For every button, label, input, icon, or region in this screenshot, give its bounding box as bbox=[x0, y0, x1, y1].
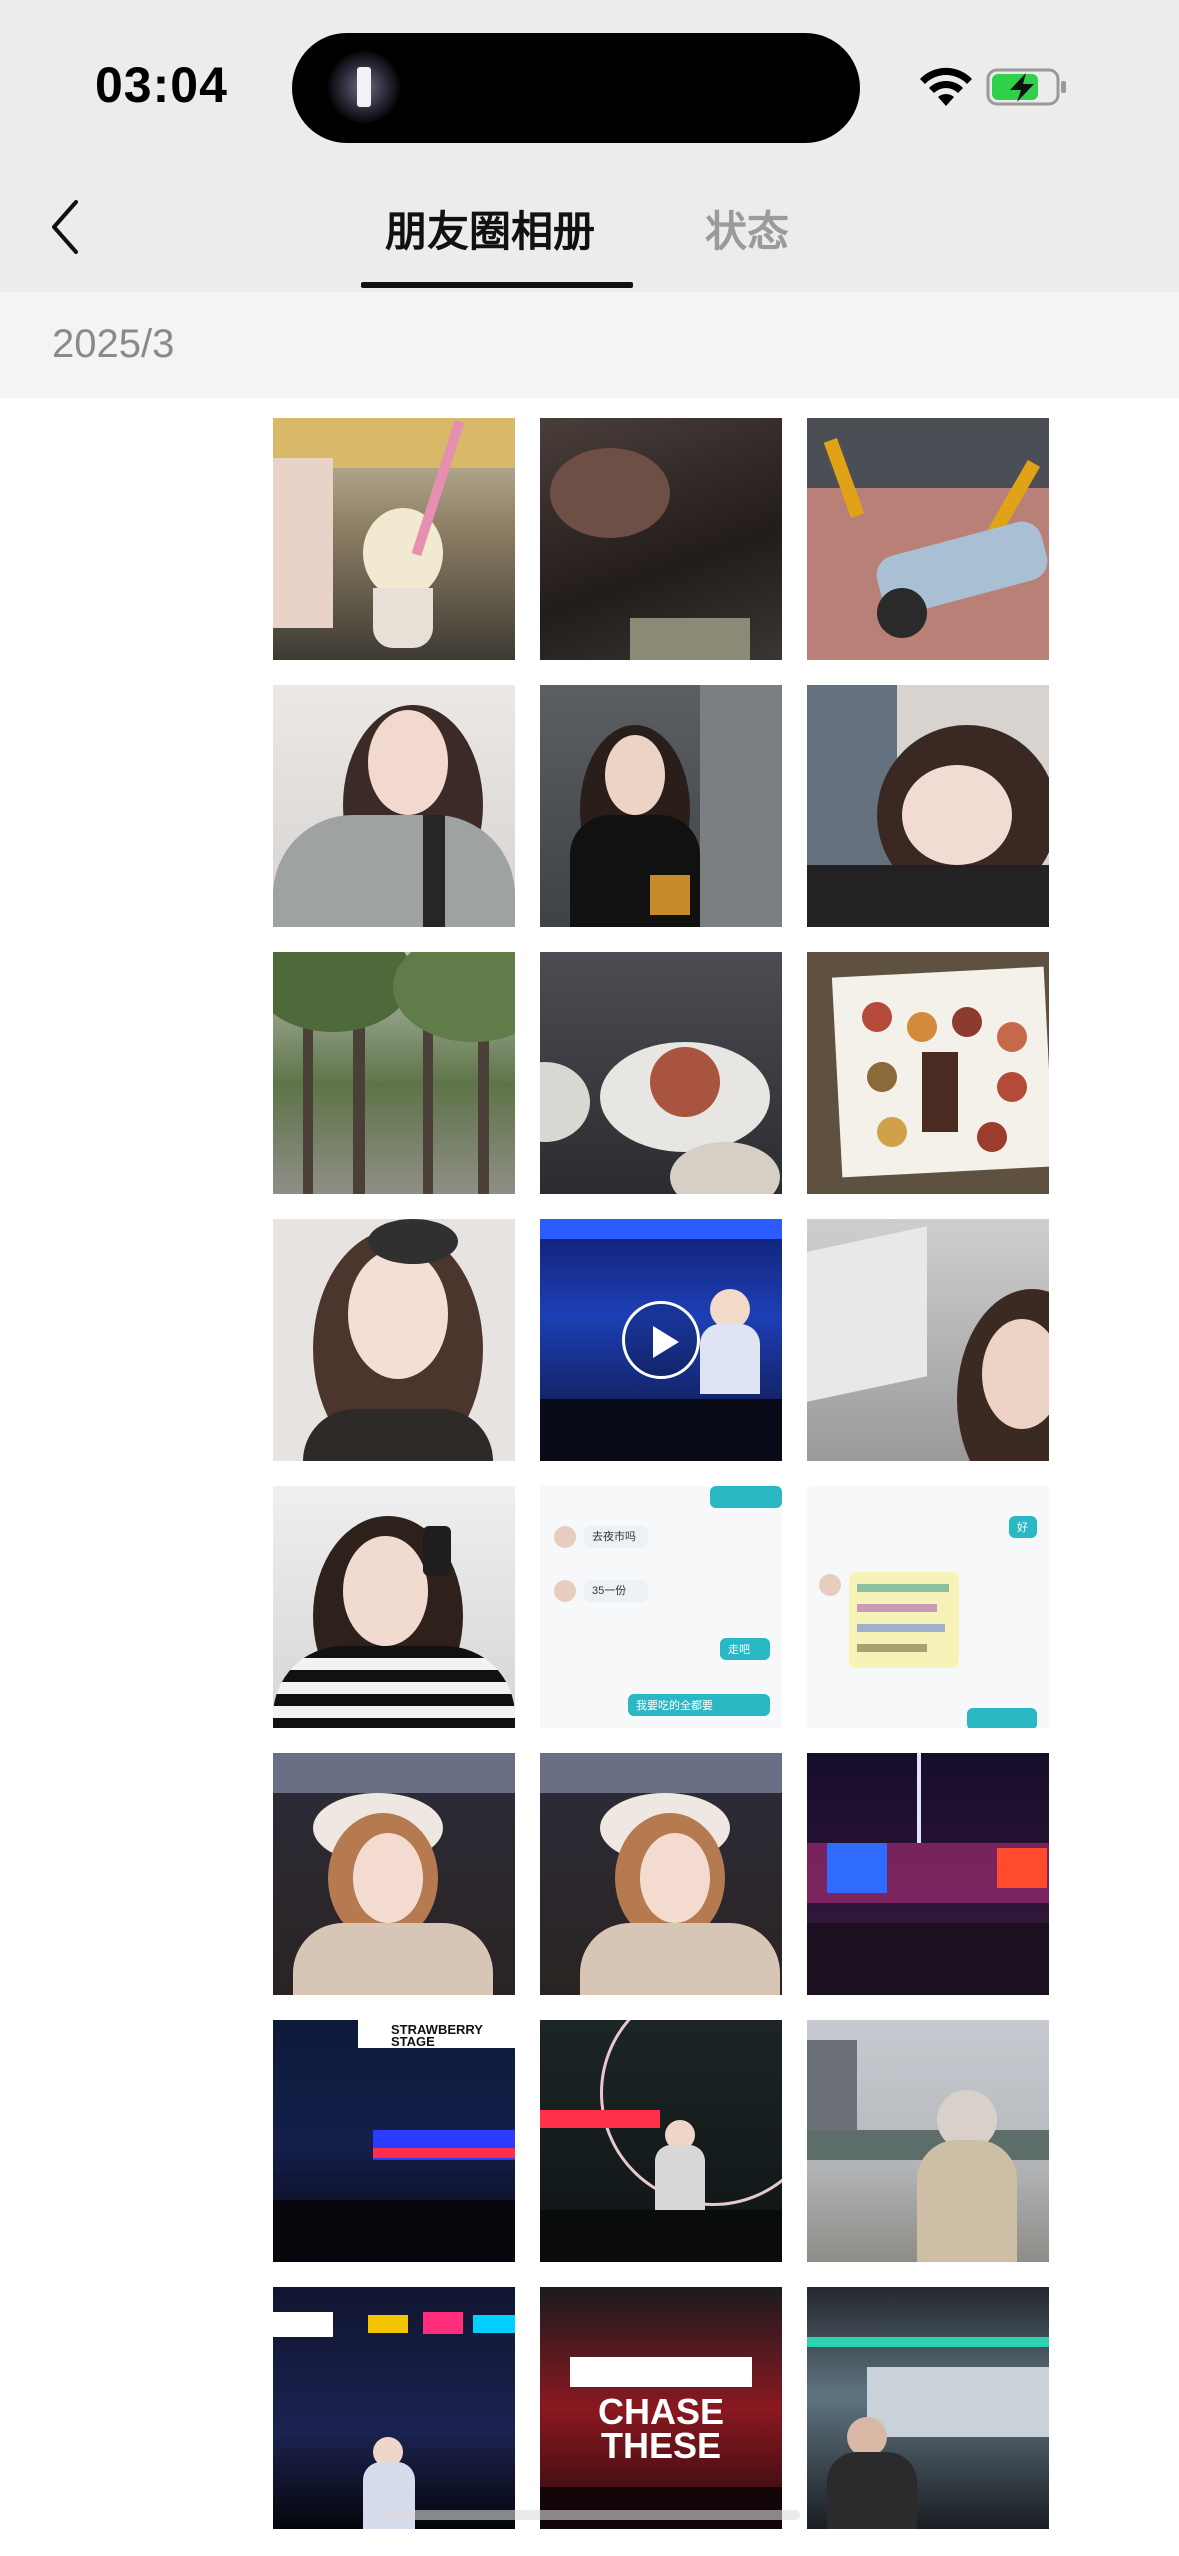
chat-reply: 走吧 bbox=[728, 1644, 750, 1656]
wifi-icon bbox=[920, 67, 972, 106]
status-bar: 03:04 bbox=[0, 0, 1179, 170]
photo-thumbnail-trees[interactable] bbox=[273, 952, 515, 1194]
top-area: 03:04 朋友圈相册 状态 bbox=[0, 0, 1179, 292]
stage-sign-text: STRAWBERRY STAGE bbox=[391, 2022, 483, 2049]
photo-thumbnail-selfie-lying[interactable] bbox=[807, 685, 1049, 927]
battery-charging-icon bbox=[986, 68, 1066, 106]
photo-grid: 去夜市吗 35一份 走吧 我要吃的全都要 好 STRAWBERRY STAGE … bbox=[273, 418, 1049, 2529]
photo-thumbnail-chase-these-stage[interactable]: CHASE THESE bbox=[540, 2287, 782, 2529]
moments-album-screen: 03:04 朋友圈相册 状态 2025/3 去夜市吗 35一份 走吧 我要吃的全… bbox=[0, 0, 1179, 2556]
photo-thumbnail-selfie-gray-sweater[interactable] bbox=[273, 685, 515, 927]
header: 朋友圈相册 状态 bbox=[0, 170, 1179, 292]
photo-thumbnail-mirror-selfie-hallway[interactable] bbox=[540, 685, 782, 927]
flashlight-icon bbox=[328, 51, 400, 123]
photo-thumbnail-stage-guitar[interactable] bbox=[540, 2020, 782, 2262]
photo-thumbnail-guitarist-stage[interactable] bbox=[807, 2287, 1049, 2529]
photo-thumbnail-concert-video[interactable] bbox=[540, 1219, 782, 1461]
stage-screen-text: CHASE THESE bbox=[597, 2391, 725, 2466]
date-section-header: 2025/3 bbox=[0, 292, 1179, 398]
photo-thumbnail-ice-cream[interactable] bbox=[273, 418, 515, 660]
photo-thumbnail-chat-screenshot-2[interactable]: 好 bbox=[807, 1486, 1049, 1728]
play-icon[interactable] bbox=[622, 1301, 700, 1379]
photo-thumbnail-portrait-sunglasses[interactable] bbox=[273, 1219, 515, 1461]
photo-thumbnail-food-plate[interactable] bbox=[540, 952, 782, 1194]
photo-thumbnail-festival-hat-2[interactable] bbox=[540, 1753, 782, 1995]
status-time: 03:04 bbox=[95, 57, 228, 113]
tab-selected-indicator bbox=[361, 282, 633, 288]
chevron-left-icon[interactable] bbox=[40, 192, 100, 262]
photo-thumbnail-side-face[interactable] bbox=[807, 1219, 1049, 1461]
photo-thumbnail-concert-lights[interactable] bbox=[273, 2287, 515, 2529]
photo-thumbnail-street-legs[interactable] bbox=[807, 418, 1049, 660]
chat-reply: 好 bbox=[1017, 1522, 1028, 1534]
dynamic-island bbox=[292, 33, 860, 143]
date-label: 2025/3 bbox=[52, 322, 175, 366]
photo-thumbnail-festival-hat-1[interactable] bbox=[273, 1753, 515, 1995]
photo-thumbnail-festival-neon[interactable] bbox=[807, 1753, 1049, 1995]
photo-thumbnail-food-poster[interactable] bbox=[807, 952, 1049, 1194]
tab-status[interactable]: 状态 bbox=[705, 198, 789, 259]
photo-thumbnail-chat-screenshot-1[interactable]: 去夜市吗 35一份 走吧 我要吃的全都要 bbox=[540, 1486, 782, 1728]
photo-thumbnail-mirror-selfie-striped[interactable] bbox=[273, 1486, 515, 1728]
tab-moments-album[interactable]: 朋友圈相册 bbox=[385, 198, 595, 259]
chat-message: 去夜市吗 bbox=[592, 1531, 636, 1543]
photo-thumbnail-festival-crowd-day[interactable] bbox=[807, 2020, 1049, 2262]
photo-thumbnail-strawberry-stage[interactable]: STRAWBERRY STAGE bbox=[273, 2020, 515, 2262]
chat-reply: 我要吃的全都要 bbox=[636, 1700, 713, 1712]
photo-thumbnail-dim-cafe[interactable] bbox=[540, 418, 782, 660]
home-indicator bbox=[380, 2510, 800, 2520]
chat-message: 35一份 bbox=[592, 1585, 627, 1597]
